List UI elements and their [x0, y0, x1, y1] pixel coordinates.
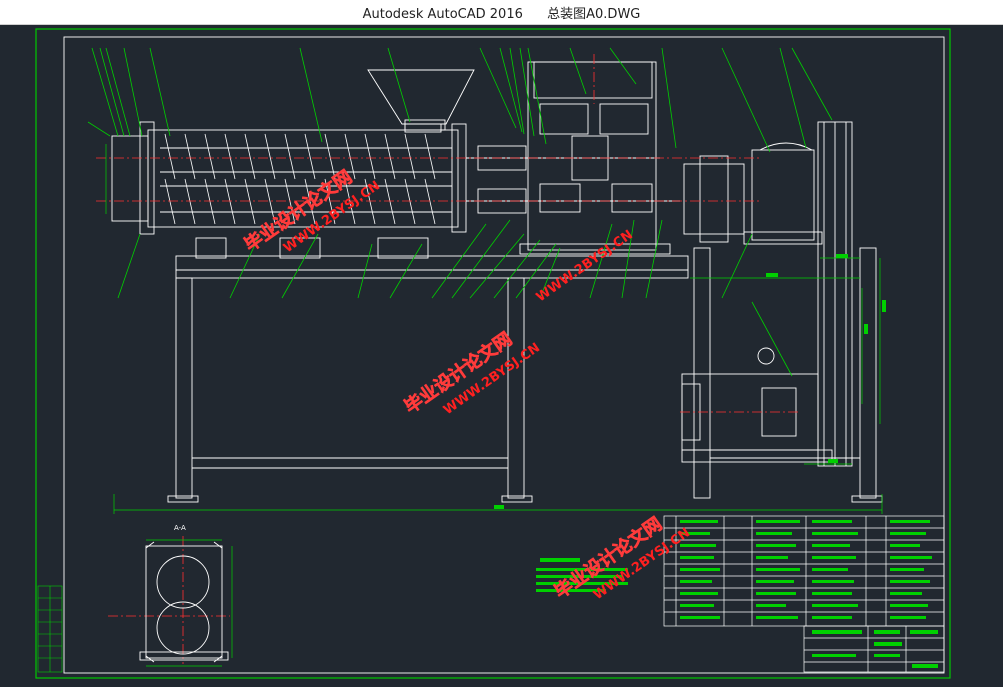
watermark-2: 毕业设计论文网 WWW.2BYSJ.CN	[400, 328, 543, 419]
gearbox-gear-5	[611, 183, 653, 213]
window-title: Autodesk AutoCAD 2016 总装图A0.DWG	[0, 3, 1003, 22]
revision-block	[37, 585, 63, 673]
frame-leg-far-right	[859, 247, 877, 499]
motor-base	[681, 449, 833, 463]
main-assembly-view	[111, 61, 883, 503]
gearbox-gear-2	[599, 103, 649, 135]
section-label: A-A	[174, 524, 186, 532]
frame-top-beam	[175, 255, 689, 271]
gearbox-gear-4	[539, 183, 581, 213]
frame-leg-right	[693, 247, 711, 499]
frame-leg-mid	[507, 277, 525, 499]
cad-drawing[interactable]: A-A 毕业设计论文网 WWW.2BYSJ.CN 毕业设计论文网 WWW.2BY…	[0, 24, 1003, 683]
drawing-canvas[interactable]: A-A 毕业设计论文网 WWW.2BYSJ.CN 毕业设计论文网 WWW.2BY…	[0, 24, 1003, 683]
reducer-base	[743, 231, 823, 245]
watermark-3: WWW.2BYSJ.CN	[534, 228, 636, 306]
feed-port	[404, 119, 446, 131]
upper-screw	[160, 147, 452, 173]
app-name: Autodesk AutoCAD 2016	[362, 7, 523, 22]
speed-reducer	[751, 149, 815, 241]
inner-frame	[63, 36, 945, 674]
barrel-flange-right	[451, 123, 467, 233]
feed-hopper	[367, 69, 475, 125]
dimension-lines	[105, 144, 883, 514]
gearbox-top	[533, 61, 653, 99]
hopper-neck	[404, 123, 442, 133]
gearbox-housing	[527, 61, 657, 251]
title-bar: Autodesk AutoCAD 2016 总装图A0.DWG	[0, 0, 1003, 25]
section-view-aa	[139, 541, 229, 663]
barrel-end-plate	[111, 135, 149, 222]
motor-lifting-eye	[757, 347, 775, 365]
file-name: 总装图A0.DWG	[547, 7, 641, 22]
watermark-url: WWW.2BYSJ.CN	[534, 228, 636, 306]
coupling-hub	[699, 155, 729, 243]
frame-leg-left	[175, 277, 193, 499]
frame-mid-beam	[175, 269, 689, 279]
barrel-flange-left	[139, 121, 155, 235]
output-coupling	[683, 163, 745, 235]
gearbox-gear-1	[539, 103, 589, 135]
